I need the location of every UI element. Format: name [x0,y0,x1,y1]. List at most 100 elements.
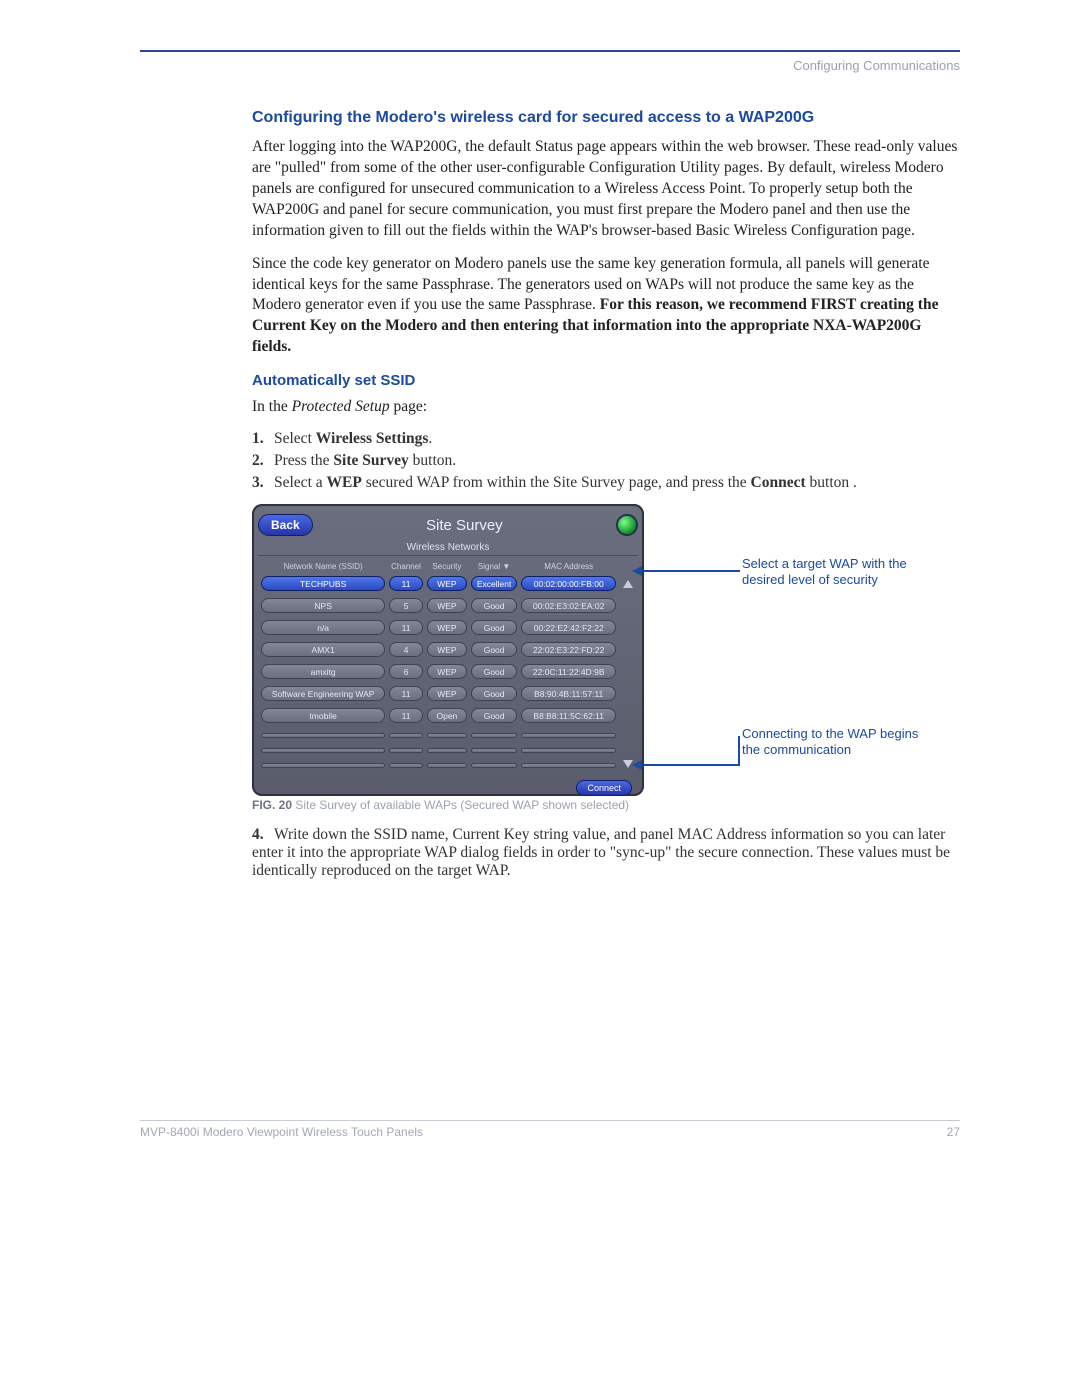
step-1-b: Wireless Settings [316,430,429,447]
cell-pill: 5 [389,598,423,613]
cell-pill: Good [471,686,517,701]
panel-titlebar: Back Site Survey [258,510,638,540]
cell-pill: 11 [389,708,423,723]
cell-pill: 00:02:00:00:FB:00 [521,576,616,591]
cell-pill [521,748,616,753]
callout-2-arrow-icon [632,760,642,770]
cell-pill: tmobile [261,708,385,723]
step-1-c: . [428,430,432,447]
cell-pill: Good [471,708,517,723]
steps-list-cont: 4.Write down the SSID name, Current Key … [252,826,960,880]
step-2-c: button. [409,452,456,469]
top-rule [140,50,960,52]
col-ssid: Network Name (SSID) [260,561,386,572]
table-row[interactable]: Software Engineering WAP 11 WEP Good B8:90:4… [260,685,636,704]
cell-pill: WEP [427,664,467,679]
cell-pill: Software Engineering WAP [261,686,385,701]
cell-pill [521,733,616,738]
page-footer: MVP-8400i Modero Viewpoint Wireless Touc… [140,1120,960,1139]
cell-pill: NPS [261,598,385,613]
scroll-up-icon[interactable] [623,580,633,588]
step-3: 3.Select a WEP secured WAP from within t… [252,474,960,492]
intro-mid: Protected Setup [292,398,390,415]
cell-pill: amxitg [261,664,385,679]
footer-page-number: 27 [947,1125,960,1139]
table-row[interactable]: tmobile11OpenGoodB8:B8:11:5C:62:11 [260,707,636,726]
cell-pill: 22:0C:11:22:4D:9B [521,664,616,679]
intro-post: page: [390,398,427,415]
wap-table: Network Name (SSID) Channel Security Sig… [258,558,638,774]
table-row[interactable]: NPS5WEPGood00:02:E3:02:EA:02 [260,597,636,616]
cell-pill: WEP [427,642,467,657]
step-4-num: 4. [252,826,274,844]
figure-area: Back Site Survey Wireless Networks Netwo… [252,504,960,794]
cell-pill: Good [471,664,517,679]
col-channel: Channel [388,561,424,572]
table-header-row: Network Name (SSID) Channel Security Sig… [260,561,636,572]
heading-auto-ssid: Automatically set SSID [252,372,960,389]
content-column: Configuring the Modero's wireless card f… [252,109,960,880]
cell-pill: Good [471,620,517,635]
site-survey-panel: Back Site Survey Wireless Networks Netwo… [252,504,644,796]
cell-pill [389,763,423,768]
col-signal[interactable]: Signal ▼ [470,561,518,572]
intro-pre: In the [252,398,292,415]
step-3-d: Connect [751,474,806,491]
cell-pill [471,733,517,738]
figure-caption-text: Site Survey of available WAPs (Secured W… [292,798,629,812]
col-mac: MAC Address [520,561,617,572]
cell-pill [471,748,517,753]
cell-pill: B8:90:4B:11:57:11 [521,686,616,701]
cell-pill: 4 [389,642,423,657]
table-row[interactable]: amxitg 6 WEP Good 22:0C:11:22:4D:9B [260,663,636,682]
table-row [260,729,636,741]
connect-row: Connect [258,774,638,796]
running-header: Configuring Communications [140,58,960,73]
cell-pill [261,763,385,768]
document-page: Configuring Communications Configuring t… [0,0,1080,1179]
cell-pill: 6 [389,664,423,679]
figure-caption-label: FIG. 20 [252,798,292,812]
step-4-text: Write down the SSID name, Current Key st… [252,826,950,879]
step-3-b: WEP [327,474,362,491]
step-1-a: Select [274,430,316,447]
callout-2: Connecting to the WAP begins the communi… [742,726,922,759]
cell-pill: AMX1 [261,642,385,657]
cell-pill [427,763,467,768]
cell-pill [261,733,385,738]
step-4: 4.Write down the SSID name, Current Key … [252,826,960,880]
cell-pill [471,763,517,768]
figure-caption: FIG. 20 Site Survey of available WAPs (S… [252,798,960,812]
panel-title: Site Survey [313,517,616,534]
callout-1: Select a target WAP with the desired lev… [742,556,922,589]
status-led-icon [616,514,638,536]
step-1: 1.Select Wireless Settings. [252,430,960,448]
cell-pill: Excellent [471,576,517,591]
cell-pill: 11 [389,686,423,701]
step-2: 2.Press the Site Survey button. [252,452,960,470]
cell-pill [389,748,423,753]
back-button[interactable]: Back [258,514,313,536]
table-row[interactable]: n/a11WEPGood00:22:E2:42:F2:22 [260,619,636,638]
cell-pill: n/a [261,620,385,635]
cell-pill: WEP [427,576,467,591]
cell-pill: WEP [427,686,467,701]
connect-button[interactable]: Connect [576,780,632,796]
heading-configure: Configuring the Modero's wireless card f… [252,109,960,127]
panel-subtitle: Wireless Networks [258,542,638,556]
table-row[interactable]: AMX14WEPGood22:02:E3:22:FD:22 [260,641,636,660]
callout-1-line [640,570,740,572]
cell-pill: 11 [389,620,423,635]
intro-line: In the Protected Setup page: [252,397,960,418]
steps-list: 1.Select Wireless Settings. 2.Press the … [252,430,960,492]
step-3-a: Select a [274,474,327,491]
step-1-num: 1. [252,430,274,448]
cell-pill: WEP [427,620,467,635]
step-3-num: 3. [252,474,274,492]
cell-pill: TECHPUBS [261,576,385,591]
step-3-c: secured WAP from within the Site Survey … [362,474,751,491]
step-3-e: button . [806,474,857,491]
table-row[interactable]: TECHPUBS11WEPExcellent00:02:00:00:FB:00 [260,575,636,594]
col-security: Security [426,561,468,572]
callout-2-line-v [738,736,740,766]
